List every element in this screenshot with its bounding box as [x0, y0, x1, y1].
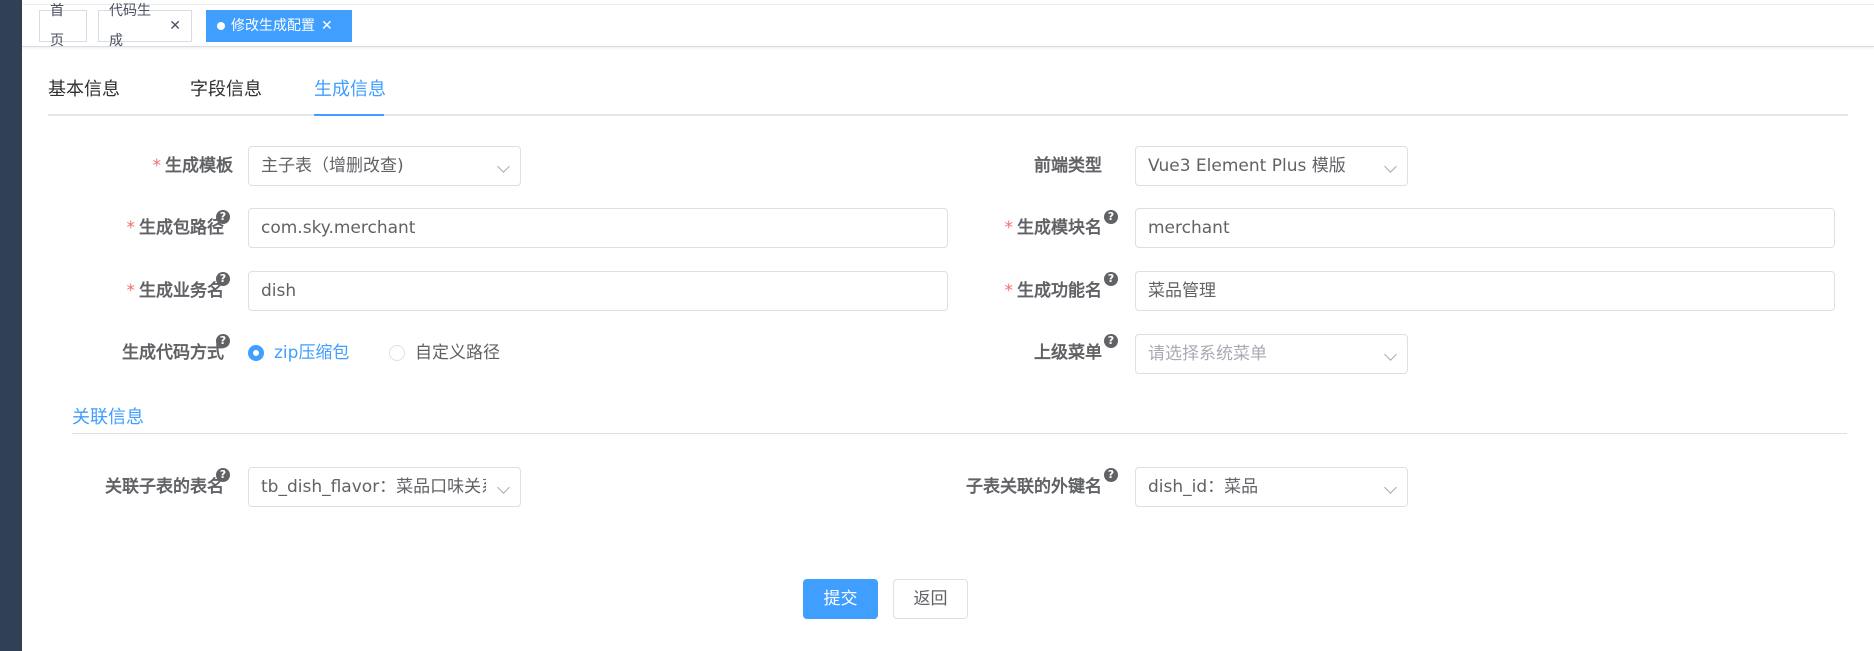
active-tab-indicator: [314, 114, 384, 116]
question-icon[interactable]: ?: [1104, 210, 1118, 224]
tag-edit-gen-config[interactable]: 修改生成配置 ✕: [206, 10, 352, 42]
chevron-down-icon: [497, 160, 510, 173]
close-icon[interactable]: ✕: [169, 11, 181, 41]
sub-table-label: 关联子表的表名: [105, 477, 224, 497]
gen-type-label: 生成代码方式: [122, 343, 224, 363]
frontend-type-select[interactable]: Vue3 Element Plus 模版: [1135, 146, 1408, 186]
tpl-category-label: * 生成模板: [152, 156, 234, 176]
parent-menu-label: 上级菜单: [1034, 343, 1102, 363]
tab-basic-info[interactable]: 基本信息: [48, 78, 120, 116]
back-button[interactable]: 返回: [893, 579, 968, 619]
chevron-down-icon: [497, 481, 510, 494]
question-icon[interactable]: ?: [216, 334, 230, 348]
function-name-label: * 生成功能名: [1004, 281, 1103, 301]
radio-custom-path[interactable]: 自定义路径: [389, 341, 500, 365]
active-dot-icon: [217, 22, 225, 30]
tag-code-gen[interactable]: 代码生成 ✕: [98, 3, 192, 49]
sub-fk-label: 子表关联的外键名: [966, 477, 1102, 497]
question-icon[interactable]: ?: [1104, 272, 1118, 286]
tab-gen-info[interactable]: 生成信息: [314, 78, 386, 116]
parent-menu-select[interactable]: 请选择系统菜单: [1135, 334, 1408, 374]
chevron-down-icon: [1384, 348, 1397, 361]
main-content: 首页 代码生成 ✕ 修改生成配置 ✕ 基本信息 字段信息 生成信息 * 生成模板 …: [22, 0, 1874, 651]
radio-circle: [248, 345, 264, 361]
question-icon[interactable]: ?: [1104, 468, 1118, 482]
submit-button[interactable]: 提交: [803, 579, 878, 619]
tag-label: 代码生成: [109, 3, 151, 49]
function-name-input[interactable]: 菜品管理: [1135, 271, 1835, 311]
radio-circle: [389, 345, 405, 361]
chevron-down-icon: [1384, 481, 1397, 494]
tabs-bar: 基本信息 字段信息 生成信息: [48, 78, 1848, 116]
question-icon[interactable]: ?: [216, 468, 230, 482]
module-name-label: * 生成模块名: [1004, 218, 1103, 238]
radio-zip[interactable]: zip压缩包: [248, 341, 349, 365]
question-icon[interactable]: ?: [216, 210, 230, 224]
sidebar: [0, 0, 22, 651]
question-icon[interactable]: ?: [1104, 334, 1118, 348]
business-name-label: * 生成业务名: [126, 281, 225, 301]
tpl-category-select[interactable]: 主子表（增删改查): [248, 146, 521, 186]
chevron-down-icon: [1384, 160, 1397, 173]
frontend-type-label: 前端类型: [1034, 156, 1102, 176]
sub-fk-select[interactable]: dish_id：菜品: [1135, 467, 1408, 507]
question-icon[interactable]: ?: [216, 272, 230, 286]
package-name-label: * 生成包路径: [126, 218, 225, 238]
section-divider: [72, 433, 1847, 434]
package-name-input[interactable]: com.sky.merchant: [248, 208, 948, 248]
tab-field-info[interactable]: 字段信息: [190, 78, 262, 116]
module-name-input[interactable]: merchant: [1135, 208, 1835, 248]
tags-view-bar: 首页 代码生成 ✕ 修改生成配置 ✕: [22, 3, 1874, 49]
close-icon[interactable]: ✕: [321, 11, 333, 41]
tag-home[interactable]: 首页: [39, 3, 87, 49]
sub-table-select[interactable]: tb_dish_flavor：菜品口味关系表: [248, 467, 521, 507]
tag-label: 修改生成配置: [231, 18, 315, 34]
business-name-input[interactable]: dish: [248, 271, 948, 311]
tag-label: 首页: [50, 3, 64, 49]
relation-section-title: 关联信息: [72, 407, 144, 428]
